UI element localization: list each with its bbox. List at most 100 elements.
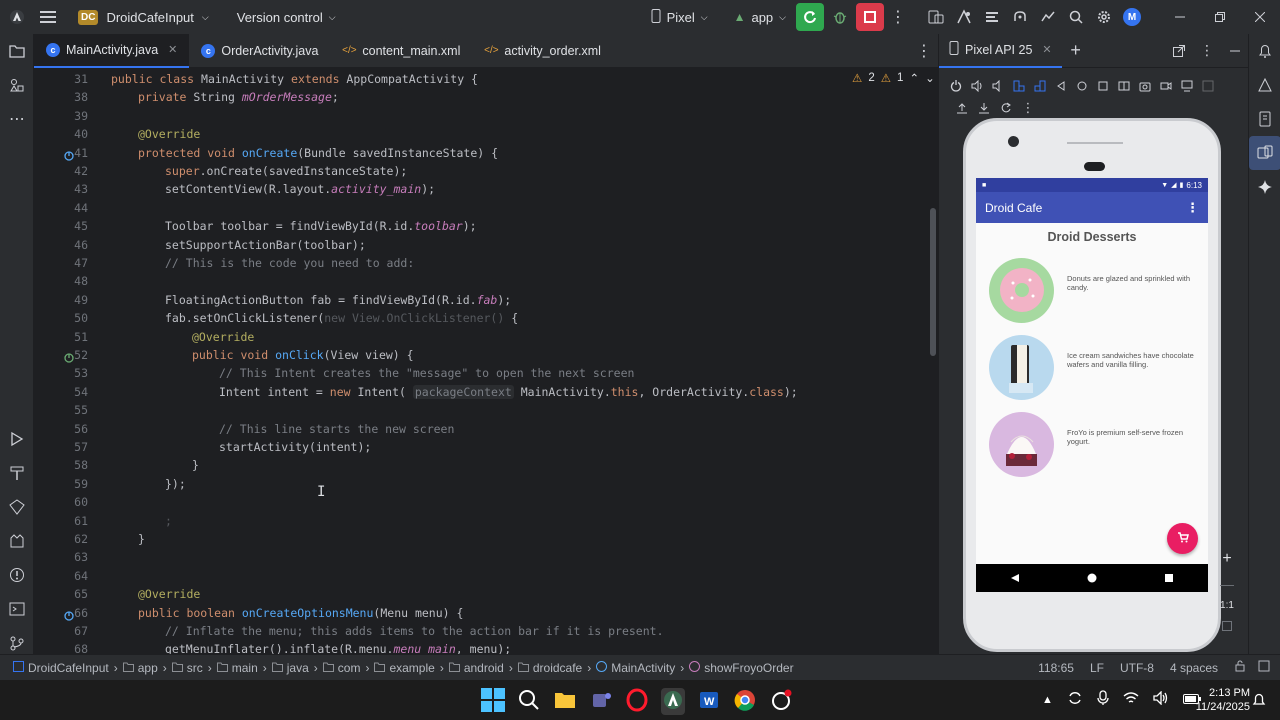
running-devices-icon[interactable] xyxy=(1249,136,1280,170)
phone-screen[interactable]: ■ ▼ ◢ ▮ 6:13 Droid Cafe ⋮ Droid Desserts… xyxy=(976,178,1208,592)
indent-setting[interactable]: 4 spaces xyxy=(1170,661,1218,675)
device-selector[interactable]: Pixel ⌵ xyxy=(645,3,714,31)
add-device-icon[interactable]: + xyxy=(1062,37,1090,65)
more-tools-icon[interactable]: ⋯ xyxy=(0,102,34,136)
code-line[interactable]: 46 setSupportActionBar(toolbar); xyxy=(34,236,938,254)
code-line[interactable]: 67 // Inflate the menu; this adds items t… xyxy=(34,622,938,640)
breadcrumb-item[interactable]: android xyxy=(444,661,509,675)
code-line[interactable]: 59}); xyxy=(34,475,938,493)
breadcrumb-item[interactable]: example xyxy=(369,661,439,675)
project-selector[interactable]: DC DroidCafeInput ⌵ xyxy=(72,3,215,31)
terminal-icon[interactable] xyxy=(0,592,34,626)
breadcrumb-item[interactable]: MainActivity xyxy=(591,660,680,675)
hide-panel-icon[interactable] xyxy=(1221,37,1249,65)
breadcrumb-item[interactable]: app xyxy=(118,661,163,675)
taskbar-search-icon[interactable] xyxy=(517,688,541,715)
android-studio-taskbar-icon[interactable] xyxy=(661,688,685,715)
fab-cart-button[interactable] xyxy=(1167,523,1198,554)
close-tab-icon[interactable]: ✕ xyxy=(1042,43,1051,56)
code-line[interactable]: 64 xyxy=(34,567,938,585)
code-line[interactable]: 48 xyxy=(34,272,938,290)
stop-icon[interactable] xyxy=(856,3,884,31)
code-line[interactable]: 39 xyxy=(34,107,938,125)
code-line[interactable]: 58} xyxy=(34,456,938,474)
read-only-toggle-icon[interactable] xyxy=(1234,660,1246,675)
tab-main-activity[interactable]: c MainActivity.java ✕ xyxy=(34,33,190,68)
line-separator[interactable]: LF xyxy=(1090,661,1104,675)
sdk-manager-icon[interactable] xyxy=(950,3,978,31)
breadcrumb-item[interactable]: src xyxy=(167,661,208,675)
breadcrumb-item[interactable]: showFroyoOrder xyxy=(684,660,798,675)
breadcrumb-item[interactable]: DroidCafeInput xyxy=(8,660,114,675)
open-external-icon[interactable] xyxy=(1165,37,1193,65)
clock[interactable]: 2:13 PM 11/24/2025 xyxy=(1182,686,1250,714)
close-tab-icon[interactable]: ✕ xyxy=(168,43,177,56)
tab-content-main-xml[interactable]: </> content_main.xml xyxy=(330,34,472,68)
code-line[interactable]: 57 startActivity(intent); xyxy=(34,438,938,456)
zoom-out-icon[interactable]: — xyxy=(1220,576,1234,592)
minimize-icon[interactable] xyxy=(1160,3,1200,31)
overview-icon[interactable] xyxy=(1092,72,1113,100)
device-manager-icon[interactable] xyxy=(922,3,950,31)
code-line[interactable]: 62} xyxy=(34,530,938,548)
tab-activity-order-xml[interactable]: </> activity_order.xml xyxy=(472,34,613,68)
profiler-icon[interactable] xyxy=(1034,3,1062,31)
notifications-icon[interactable] xyxy=(1249,34,1280,68)
close-window-icon[interactable] xyxy=(1240,3,1280,31)
editor-scrollbar-thumb[interactable] xyxy=(930,208,936,356)
code-line[interactable]: 66 public boolean onCreateOptionsMenu(Men… xyxy=(34,604,938,622)
opera-icon[interactable] xyxy=(625,688,649,715)
code-line[interactable]: 55 xyxy=(34,401,938,419)
microphone-icon[interactable] xyxy=(1097,690,1109,709)
code-line[interactable]: 52 public void onClick(View view) { xyxy=(34,346,938,364)
code-line[interactable]: 50 fab.setOnClickListener(new View.OnClic… xyxy=(34,309,938,327)
nav-home-icon[interactable] xyxy=(1087,571,1097,586)
code-line[interactable]: 49 FloatingActionButton fab = findViewByI… xyxy=(34,291,938,309)
build-hammer-icon[interactable] xyxy=(0,456,34,490)
debug-icon[interactable] xyxy=(826,3,854,31)
code-line[interactable]: 41 protected void onCreate(Bundle savedIn… xyxy=(34,144,938,162)
code-line[interactable]: 63 xyxy=(34,548,938,566)
breadcrumb-item[interactable]: java xyxy=(267,661,314,675)
gradle-elephant-icon[interactable] xyxy=(1006,3,1034,31)
code-line[interactable]: 61; xyxy=(34,512,938,530)
inspection-widget[interactable]: ⚠ 2 ⚠ 1 ⌃ ⌄ xyxy=(852,71,935,85)
breadcrumb-item[interactable]: com xyxy=(318,661,366,675)
code-line[interactable]: 38 private String mOrderMessage; xyxy=(34,88,938,106)
code-line[interactable]: 43 setContentView(R.layout.activity_main)… xyxy=(34,180,938,198)
word-icon[interactable]: W xyxy=(697,688,721,715)
run-icon[interactable] xyxy=(0,422,34,456)
run-config-selector[interactable]: ▲ app ⌵ xyxy=(728,3,792,31)
code-line[interactable]: 60 xyxy=(34,493,938,511)
icecream-sandwich-image[interactable] xyxy=(989,335,1054,400)
code-line[interactable]: 31 public class MainActivity extends AppC… xyxy=(34,70,938,88)
tab-options-icon[interactable]: ⋮ xyxy=(910,37,938,65)
breadcrumb-item[interactable]: main xyxy=(212,661,263,675)
code-line[interactable]: 51 @Override xyxy=(34,328,938,346)
nav-back-icon[interactable] xyxy=(1010,571,1020,586)
resource-manager-icon[interactable] xyxy=(0,68,34,102)
logcat-icon[interactable] xyxy=(0,524,34,558)
breadcrumb-item[interactable]: droidcafe xyxy=(513,661,587,675)
device-file-explorer-icon[interactable] xyxy=(1249,102,1280,136)
snapshot-icon[interactable] xyxy=(1176,72,1197,100)
project-folder-icon[interactable] xyxy=(0,34,34,68)
search-icon[interactable] xyxy=(1062,3,1090,31)
settings-gear-icon[interactable] xyxy=(1090,3,1118,31)
start-windows-icon[interactable] xyxy=(481,688,505,712)
upload-icon[interactable] xyxy=(951,94,973,122)
sync-gradle-icon[interactable] xyxy=(978,3,1006,31)
code-line[interactable]: 53 // This Intent creates the "message" t… xyxy=(34,364,938,382)
app-quality-icon[interactable] xyxy=(0,490,34,524)
rerun-icon[interactable] xyxy=(796,3,824,31)
zoom-in-icon[interactable]: + xyxy=(1222,550,1231,568)
tab-pixel-api-25[interactable]: Pixel API 25 ✕ xyxy=(939,33,1062,68)
zoom-fit-icon[interactable] xyxy=(1222,619,1232,634)
screen-record-icon[interactable] xyxy=(1155,72,1176,100)
donut-image[interactable] xyxy=(989,258,1054,323)
caret-position[interactable]: 118:65 xyxy=(1038,661,1074,675)
panel-options-icon[interactable]: ⋮ xyxy=(1193,37,1221,65)
tray-overflow-icon[interactable]: ▲ xyxy=(1042,694,1053,706)
teams-icon[interactable] xyxy=(589,688,613,715)
wifi-tray-icon[interactable] xyxy=(1123,691,1139,708)
